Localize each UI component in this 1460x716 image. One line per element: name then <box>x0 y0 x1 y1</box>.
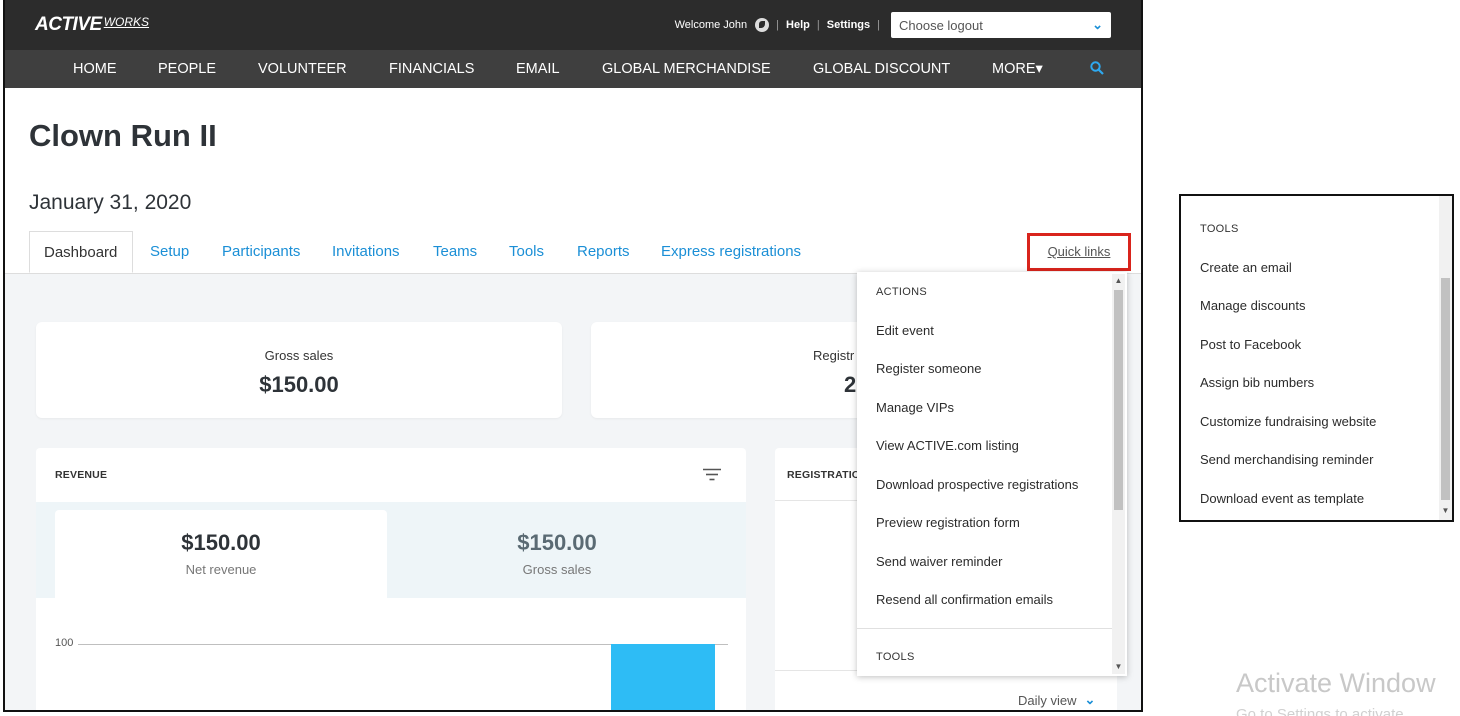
menu-item-waiver-reminder[interactable]: Send waiver reminder <box>876 554 1002 569</box>
windows-activation-subtext: Go to Settings to activate <box>1236 706 1404 716</box>
net-revenue-label: Net revenue <box>185 562 257 577</box>
filter-icon[interactable] <box>703 468 721 481</box>
tool-create-email[interactable]: Create an email <box>1200 260 1292 275</box>
account-area: Welcome John | Help | Settings | Choose … <box>675 12 1111 38</box>
menu-item-view-listing[interactable]: View ACTIVE.com listing <box>876 438 1019 453</box>
nav-financials[interactable]: FINANCIALS <box>389 50 474 88</box>
top-bar: ACTIVE WORKS Welcome John | Help | Settin… <box>5 0 1141 50</box>
tool-manage-discounts[interactable]: Manage discounts <box>1200 298 1306 313</box>
event-header: Clown Run II January 31, 2020 Dashboard … <box>5 88 1141 274</box>
tab-setup[interactable]: Setup <box>150 231 189 273</box>
daily-view-label: Daily view <box>1018 692 1077 708</box>
menu-item-edit-event[interactable]: Edit event <box>876 323 934 338</box>
scrollbar-thumb[interactable] <box>1441 278 1450 500</box>
tools-header: TOOLS <box>876 651 915 663</box>
tab-invitations[interactable]: Invitations <box>332 231 400 273</box>
gross-sales-card: Gross sales $150.00 <box>36 322 562 418</box>
revenue-bar[interactable] <box>611 644 715 710</box>
main-nav: HOME PEOPLE VOLUNTEER FINANCIALS EMAIL G… <box>5 50 1141 88</box>
tool-post-facebook[interactable]: Post to Facebook <box>1200 337 1301 352</box>
gross-sales-tab-label: Gross sales <box>522 562 592 577</box>
revenue-chart: 100 <box>36 598 746 710</box>
scroll-down-icon[interactable]: ▼ <box>1441 506 1450 516</box>
actions-header: ACTIONS <box>876 286 927 298</box>
main-window: ACTIVE WORKS Welcome John | Help | Settin… <box>3 0 1143 712</box>
page-title: Clown Run II <box>29 118 217 153</box>
quick-links-button[interactable]: Quick links <box>1027 233 1131 271</box>
nav-email[interactable]: EMAIL <box>516 50 560 88</box>
net-revenue-tab[interactable]: $150.00 Net revenue <box>55 510 387 598</box>
event-date: January 31, 2020 <box>29 191 192 214</box>
menu-item-resend-confirmations[interactable]: Resend all confirmation emails <box>876 592 1053 607</box>
menu-item-manage-vips[interactable]: Manage VIPs <box>876 400 954 415</box>
net-revenue-value: $150.00 <box>181 530 261 555</box>
scroll-up-icon[interactable]: ▲ <box>1114 276 1123 286</box>
nav-home[interactable]: HOME <box>73 50 117 88</box>
logo[interactable]: ACTIVE WORKS <box>35 14 149 36</box>
logout-select[interactable]: Choose logout ⌄ <box>891 12 1111 38</box>
y-axis-tick: 100 <box>55 637 74 649</box>
gross-sales-label: Gross sales <box>264 348 334 363</box>
nav-volunteer[interactable]: VOLUNTEER <box>258 50 347 88</box>
menu-item-register-someone[interactable]: Register someone <box>876 361 982 376</box>
logo-sub: WORKS <box>103 15 150 29</box>
tab-participants[interactable]: Participants <box>222 231 300 273</box>
tab-teams[interactable]: Teams <box>433 231 477 273</box>
tool-merchandising-reminder[interactable]: Send merchandising reminder <box>1200 452 1373 467</box>
tools-header: TOOLS <box>1200 223 1239 235</box>
daily-view-select[interactable]: Daily view ⌄ <box>1018 692 1095 708</box>
tools-menu-zoom: TOOLS Create an email Manage discounts P… <box>1179 194 1454 522</box>
tab-express-registrations[interactable]: Express registrations <box>661 231 801 273</box>
scroll-down-icon[interactable]: ▼ <box>1114 662 1123 672</box>
chevron-down-icon: ⌄ <box>1084 692 1096 707</box>
nav-global-merchandise[interactable]: GLOBAL MERCHANDISE <box>602 50 771 88</box>
welcome-text: Welcome John <box>674 19 748 31</box>
quick-links-menu: ACTIONS Edit event Register someone Mana… <box>857 272 1127 676</box>
tool-assign-bib[interactable]: Assign bib numbers <box>1200 375 1314 390</box>
revenue-panel: REVENUE $150.00 Net revenue $150.00 Gros… <box>36 448 746 710</box>
settings-link[interactable]: Settings <box>827 19 870 31</box>
help-link[interactable]: Help <box>786 19 810 31</box>
divider: | <box>877 19 880 31</box>
chevron-down-icon: ⌄ <box>1092 17 1103 32</box>
windows-activation-watermark: Activate Window <box>1236 668 1436 698</box>
divider <box>857 628 1112 629</box>
search-icon[interactable] <box>1090 61 1104 75</box>
menu-scrollbar[interactable]: ▲ ▼ <box>1112 274 1125 674</box>
scrollbar-thumb[interactable] <box>1114 290 1123 510</box>
globe-icon[interactable] <box>755 18 770 32</box>
tab-reports[interactable]: Reports <box>577 231 630 273</box>
menu-item-download-prospective[interactable]: Download prospective registrations <box>876 477 1078 492</box>
side-menu-scrollbar[interactable]: ▼ <box>1439 196 1452 520</box>
tool-customize-fundraising[interactable]: Customize fundraising website <box>1200 414 1376 429</box>
gross-sales-tab[interactable]: $150.00 Gross sales <box>387 510 727 598</box>
revenue-title: REVENUE <box>55 469 108 481</box>
nav-more[interactable]: MORE▾ <box>992 50 1043 88</box>
nav-people[interactable]: PEOPLE <box>158 50 216 88</box>
nav-global-discount[interactable]: GLOBAL DISCOUNT <box>813 50 950 88</box>
registrations-title: REGISTRATIO <box>787 469 861 481</box>
divider: | <box>776 19 780 31</box>
tool-download-template[interactable]: Download event as template <box>1200 491 1364 506</box>
gross-sales-value: $150.00 <box>259 372 339 397</box>
logo-main: ACTIVE <box>35 14 102 35</box>
menu-item-preview-form[interactable]: Preview registration form <box>876 515 1020 530</box>
gross-sales-tab-value: $150.00 <box>517 530 597 555</box>
tab-tools[interactable]: Tools <box>509 231 544 273</box>
logout-select-value: Choose logout <box>899 17 983 33</box>
divider: | <box>816 19 820 31</box>
tab-dashboard[interactable]: Dashboard <box>29 231 133 273</box>
